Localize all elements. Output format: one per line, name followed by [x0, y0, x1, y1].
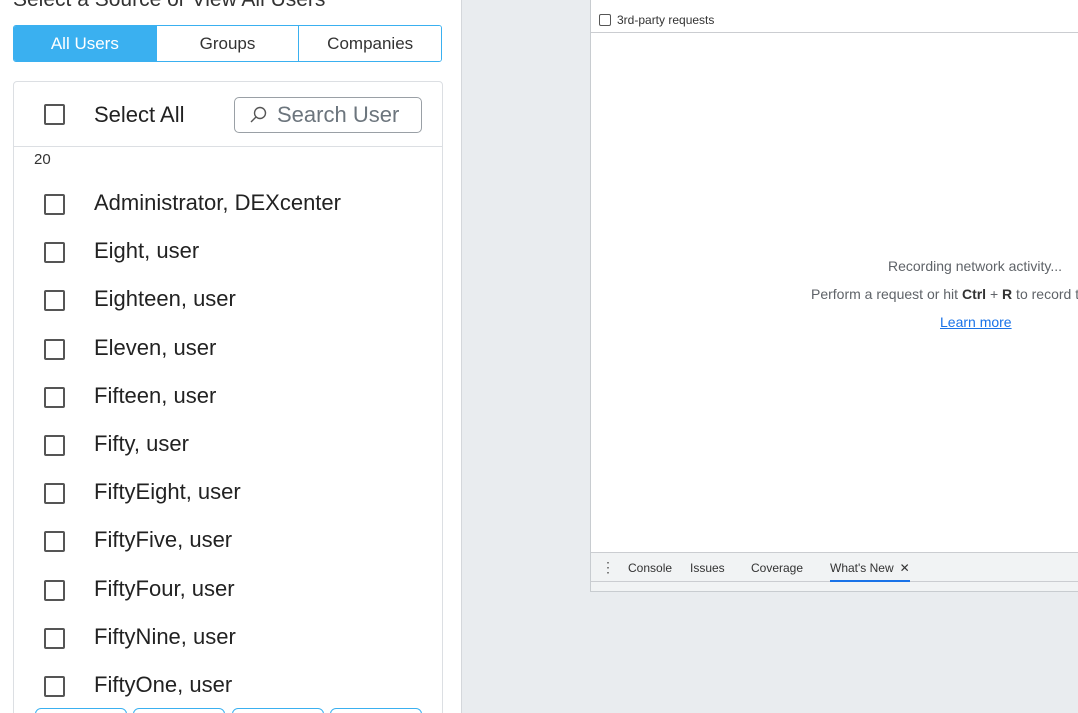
bottom-button-row: [35, 708, 422, 713]
bottom-button[interactable]: [232, 708, 324, 713]
user-checkbox[interactable]: [44, 627, 65, 649]
recording-message: Recording network activity...: [888, 258, 1063, 274]
tab-whats-new[interactable]: What's New ✕: [830, 561, 910, 582]
list-item[interactable]: FiftyFour, user: [14, 566, 442, 614]
user-name: FiftyEight, user: [94, 479, 241, 505]
user-name: FiftyOne, user: [94, 671, 233, 697]
list-item[interactable]: Eight, user: [14, 228, 442, 276]
network-empty-state: Recording network activity... Perform a …: [591, 33, 1078, 552]
third-party-checkbox[interactable]: [599, 14, 611, 26]
user-checkbox[interactable]: [44, 194, 65, 215]
more-options-icon[interactable]: ⋮: [601, 559, 615, 576]
list-item[interactable]: Eighteen, user: [14, 276, 442, 324]
user-name: FiftyNine, user: [94, 623, 236, 649]
user-name: FiftyFour, user: [94, 575, 235, 601]
select-all-checkbox[interactable]: [44, 104, 65, 125]
panel-heading: Select a Source or View All Users: [13, 0, 325, 12]
bottom-button[interactable]: [35, 708, 127, 713]
tab-issues[interactable]: Issues: [690, 561, 725, 575]
tab-console[interactable]: Console: [628, 561, 672, 575]
user-checkbox[interactable]: [44, 434, 65, 456]
user-name: Eleven, user: [94, 334, 217, 360]
list-item[interactable]: Administrator, DEXcenter: [14, 180, 442, 228]
list-header: Select All: [14, 82, 442, 147]
user-checkbox[interactable]: [44, 531, 65, 553]
perform-request-message: Perform a request or hit Ctrl + R to rec…: [811, 286, 1078, 302]
drawer-tabbar: ⋮ Console Issues Coverage What's New ✕: [591, 553, 1078, 582]
bottom-button[interactable]: [330, 708, 422, 713]
user-list-card: Select All 20 Administrator, DEXcenter E…: [13, 81, 443, 713]
user-checkbox[interactable]: [44, 483, 65, 505]
list-item[interactable]: Eleven, user: [14, 325, 442, 373]
segment-companies[interactable]: Companies: [298, 26, 441, 61]
search-input[interactable]: [275, 101, 419, 129]
user-picker-panel: Select a Source or View All Users All Us…: [0, 0, 462, 713]
list-item[interactable]: FiftyEight, user: [14, 469, 442, 517]
source-segmented-control: All Users Groups Companies: [13, 25, 442, 62]
user-count: 20: [34, 151, 51, 168]
user-checkbox[interactable]: [44, 242, 65, 264]
search-icon: [250, 106, 267, 123]
user-name: Fifteen, user: [94, 382, 217, 408]
learn-more-link[interactable]: Learn more: [940, 314, 1012, 330]
list-item[interactable]: Fifty, user: [14, 421, 442, 469]
bottom-button[interactable]: [133, 708, 225, 713]
network-filter-bar: 3rd-party requests: [591, 0, 1078, 33]
user-name: Eight, user: [94, 238, 200, 264]
close-icon[interactable]: ✕: [900, 561, 910, 575]
tab-coverage[interactable]: Coverage: [751, 561, 803, 575]
list-item[interactable]: FiftyOne, user: [14, 662, 442, 710]
user-checkbox[interactable]: [44, 675, 65, 697]
user-name: FiftyFive, user: [94, 527, 233, 553]
user-checkbox[interactable]: [44, 338, 65, 360]
select-all-label: Select All: [94, 102, 185, 127]
list-item[interactable]: FiftyNine, user: [14, 614, 442, 662]
third-party-label: 3rd-party requests: [617, 13, 715, 27]
devtools-network-panel: 3rd-party requests Recording network act…: [590, 0, 1078, 592]
user-checkbox[interactable]: [44, 579, 65, 601]
user-list: Administrator, DEXcenter Eight, user Eig…: [14, 180, 442, 710]
user-name: Fifty, user: [94, 430, 189, 456]
segment-groups[interactable]: Groups: [155, 26, 299, 61]
search-box[interactable]: [234, 97, 422, 133]
devtools-drawer: ⋮ Console Issues Coverage What's New ✕: [591, 552, 1078, 591]
list-item[interactable]: FiftyFive, user: [14, 517, 442, 565]
user-name: Administrator, DEXcenter: [94, 190, 341, 215]
user-checkbox[interactable]: [44, 290, 65, 312]
user-name: Eighteen, user: [94, 286, 236, 312]
list-item[interactable]: Fifteen, user: [14, 373, 442, 421]
segment-all-users[interactable]: All Users: [14, 26, 156, 61]
user-checkbox[interactable]: [44, 386, 65, 408]
